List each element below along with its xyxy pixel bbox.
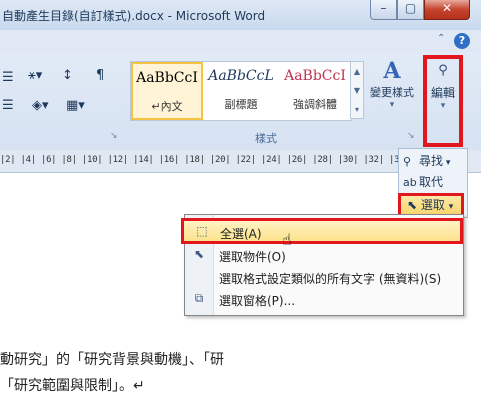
style-sample: AaBbCcL [208, 68, 274, 84]
find-label: 尋找 [419, 154, 444, 168]
doc-line-2: 「研究範圍與限制」。↵ [0, 378, 145, 394]
hand-cursor-icon: ☝ [282, 230, 292, 249]
show-marks-icon[interactable]: ¶ [96, 68, 104, 83]
paragraph-launcher-icon[interactable]: ↘ [110, 131, 118, 141]
ribbon-tab-row [0, 30, 481, 52]
selection-pane-icon: ⧉ [194, 291, 204, 305]
select-label: 選取 [420, 198, 445, 212]
borders-icon[interactable]: ▦▾ [66, 98, 85, 113]
align-icon[interactable]: ☰ [2, 98, 14, 113]
change-styles-button[interactable]: A 變更樣式 ▾ [366, 58, 418, 120]
more-styles-icon[interactable]: ▾ [351, 100, 363, 119]
menu-item-label: 選取物件(O) [219, 250, 286, 264]
shading-icon[interactable]: ◈▾ [32, 98, 49, 113]
find-button[interactable]: ⚲ 尋找 ▾ [403, 152, 465, 170]
binoculars-icon: ⚲ [438, 63, 448, 78]
maximize-button[interactable]: ▢ [397, 0, 424, 20]
select-menu: ⬚ 全選(A) ⬉ 選取物件(O) 選取格式設定類似的所有文字 (無資料)(S)… [181, 214, 464, 316]
minimize-ribbon-icon[interactable]: ⌃ [437, 33, 445, 44]
scroll-up-icon[interactable]: ▲ [351, 62, 363, 81]
replace-button[interactable]: ab 取代 [403, 173, 465, 191]
close-button[interactable]: ✕ [424, 0, 470, 20]
multilevel-list-icon[interactable]: ⚹▾ [28, 68, 42, 83]
replace-label: 取代 [419, 175, 444, 189]
chevron-down-icon: ▾ [440, 101, 446, 111]
style-subtitle[interactable]: AaBbCcL 副標題 [205, 62, 277, 120]
editing-button[interactable]: ⚲ 編輯 ▾ [423, 55, 463, 147]
select-objects-icon: ⬉ [193, 247, 205, 261]
style-sample: AaBbCcI [136, 70, 198, 86]
styles-gallery: AaBbCcI ↵內文 AaBbCcL 副標題 AaBbCcI 強調斜體 [130, 61, 352, 121]
style-sample: AaBbCcI [284, 68, 346, 84]
cursor-icon: ⬉ [407, 198, 418, 212]
help-icon[interactable]: ? [454, 33, 470, 49]
scroll-down-icon[interactable]: ▼ [351, 81, 363, 100]
style-emphasis[interactable]: AaBbCcI 強調斜體 [279, 62, 351, 120]
editing-label: 編輯 [430, 86, 455, 100]
binoculars-icon: ⚲ [403, 155, 412, 168]
gallery-scroll[interactable]: ▲ ▼ ▾ [350, 61, 364, 119]
chevron-down-icon: ▾ [389, 100, 395, 110]
sort-icon[interactable]: ↕ [62, 68, 73, 83]
menu-item-select-all[interactable]: ⬚ 全選(A) [181, 218, 463, 244]
style-name: ↵內文 [151, 100, 183, 113]
paragraph-group: ☰ ⚹▾ ↕ ¶ ☰ ◈▾ ▦▾ [0, 56, 125, 126]
chevron-down-icon: ▾ [448, 202, 454, 212]
change-styles-label: 變更樣式 [370, 86, 414, 99]
replace-icon: ab [403, 176, 417, 189]
change-styles-icon: A [383, 58, 401, 84]
menu-item-label: 全選(A) [220, 227, 262, 241]
list-icon[interactable]: ☰ [2, 70, 14, 85]
ruler-marks: |2| |4| |6| |8| |10| |12| |14| |16| |18|… [0, 155, 461, 165]
style-name: 副標題 [224, 98, 258, 111]
style-normal[interactable]: AaBbCcI ↵內文 [131, 62, 203, 120]
menu-item-select-objects[interactable]: ⬉ 選取物件(O) [185, 244, 463, 266]
select-all-icon: ⬚ [196, 224, 208, 238]
styles-launcher-icon[interactable]: ↘ [407, 131, 415, 141]
minimize-button[interactable]: – [370, 0, 397, 20]
style-name: 強調斜體 [293, 98, 337, 111]
menu-item-label: 選取格式設定類似的所有文字 (無資料)(S) [219, 272, 442, 286]
doc-line-1: 動研究」的「研究背景與動機」、「研 [0, 352, 224, 368]
menu-item-label: 選取窗格(P)... [219, 294, 296, 308]
window-title: 自動產生目錄(自訂樣式).docx - Microsoft Word [2, 9, 266, 23]
styles-group-label: 樣式 [255, 132, 277, 145]
menu-item-select-similar[interactable]: 選取格式設定類似的所有文字 (無資料)(S) [185, 266, 463, 288]
title-bar: 自動產生目錄(自訂樣式).docx - Microsoft Word – ▢ ✕ [0, 0, 481, 30]
menu-item-selection-pane[interactable]: ⧉ 選取窗格(P)... [185, 288, 463, 310]
